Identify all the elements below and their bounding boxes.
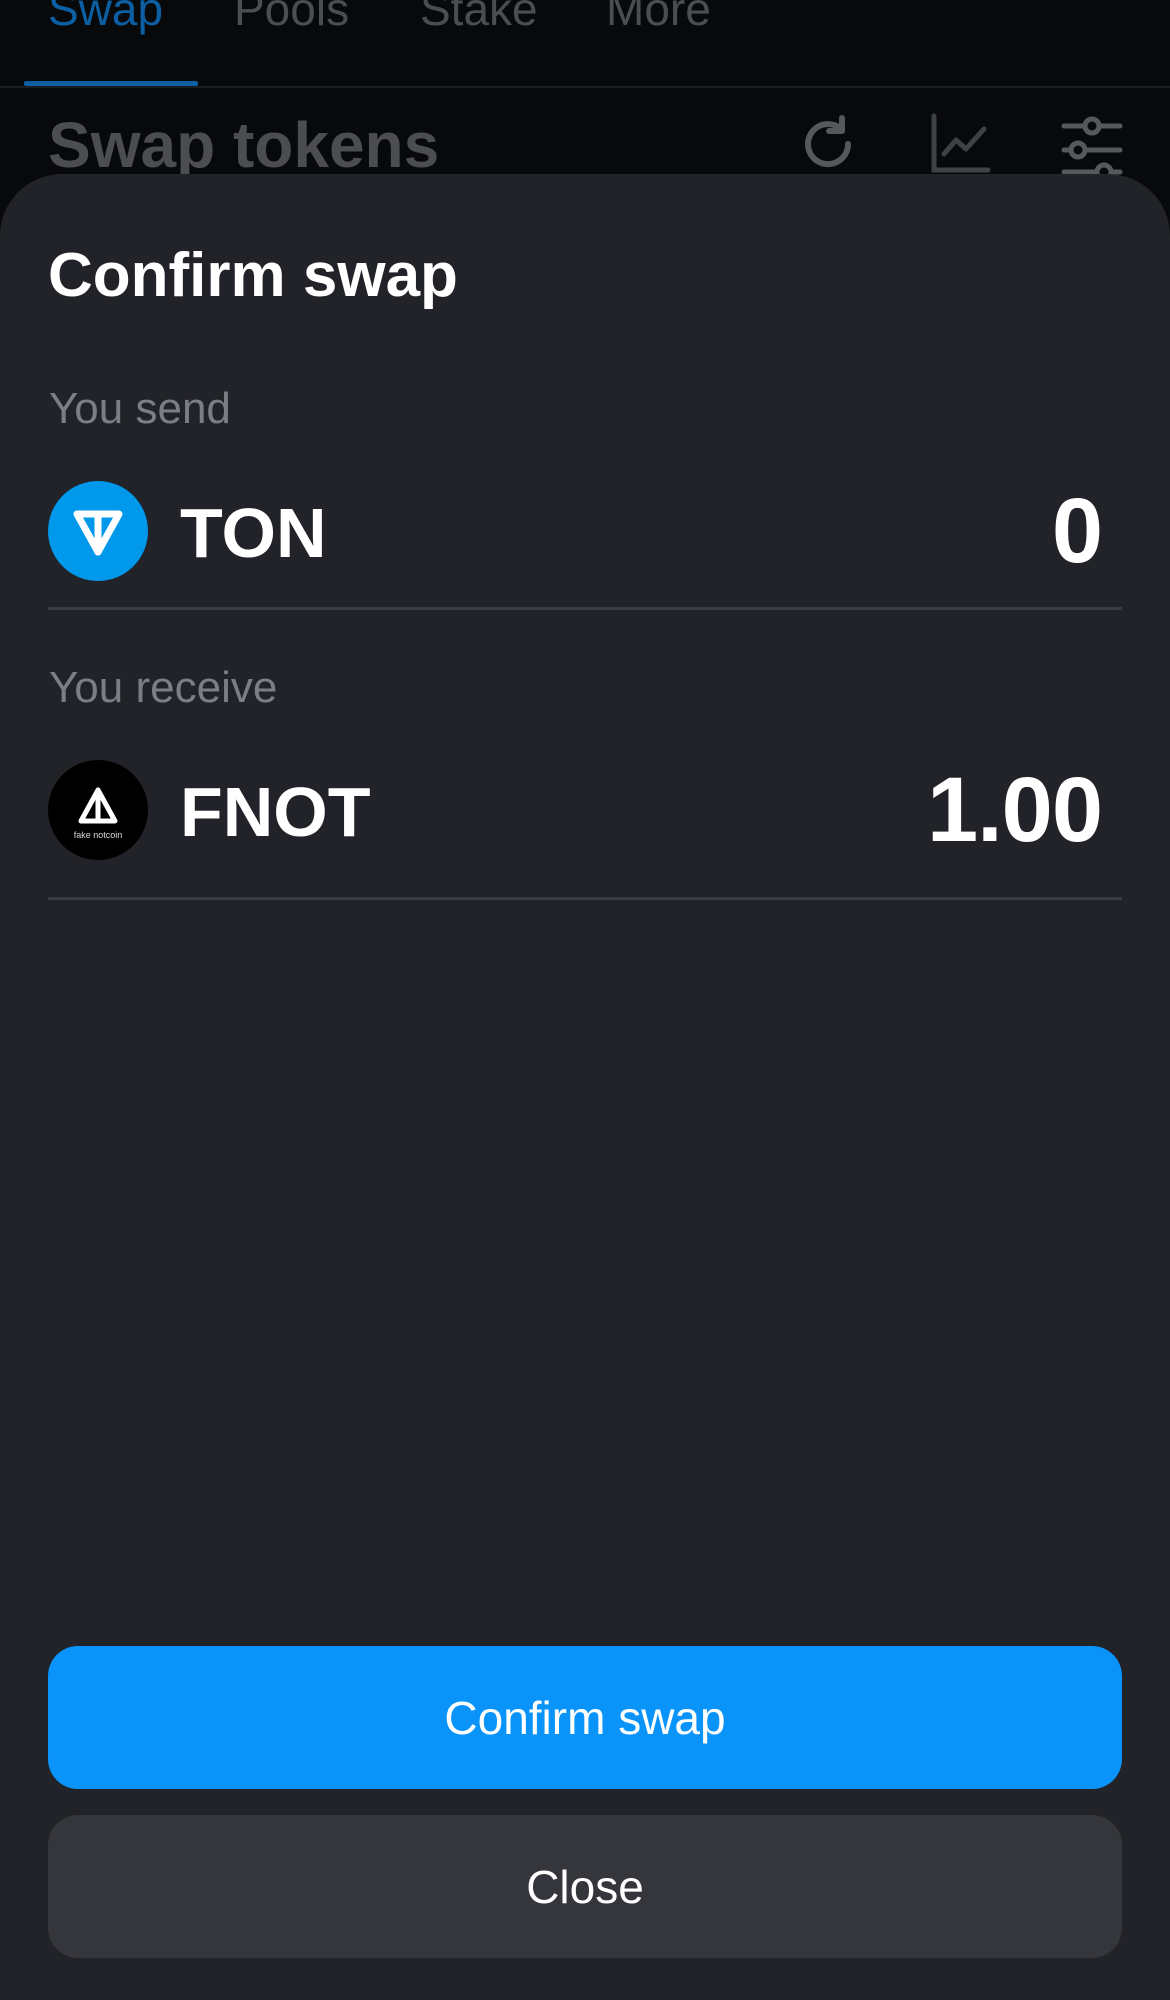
chart-icon[interactable] <box>928 112 992 176</box>
tab-bar: Swap Pools Stake More <box>0 0 1170 88</box>
tab-swap[interactable]: Swap <box>48 0 163 36</box>
active-tab-indicator <box>24 81 198 86</box>
confirm-swap-button[interactable]: Confirm swap <box>48 1646 1122 1789</box>
tab-more[interactable]: More <box>606 0 711 36</box>
send-amount: 0 <box>1051 480 1103 582</box>
receive-token-symbol: FNOT <box>180 773 371 851</box>
receive-token-row: fake notcoin FNOT 1.00 <box>48 759 1122 861</box>
send-divider <box>48 607 1122 610</box>
tab-stake[interactable]: Stake <box>420 0 538 36</box>
sheet-title: Confirm swap <box>48 241 458 310</box>
send-token-symbol: TON <box>180 494 327 572</box>
fnot-icon-caption: fake notcoin <box>73 830 123 840</box>
receive-divider <box>48 897 1122 900</box>
receive-label: You receive <box>49 663 278 712</box>
refresh-icon[interactable] <box>796 112 860 176</box>
confirm-swap-sheet: Confirm swap You send TON 0 You receive … <box>0 174 1170 2000</box>
tab-pools[interactable]: Pools <box>234 0 349 36</box>
fnot-icon: fake notcoin <box>48 760 148 860</box>
close-button[interactable]: Close <box>48 1815 1122 1958</box>
page-title: Swap tokens <box>48 109 440 181</box>
settings-sliders-icon[interactable] <box>1060 112 1124 176</box>
receive-amount: 1.00 <box>926 759 1103 861</box>
send-label: You send <box>49 384 231 433</box>
ton-icon <box>48 481 148 581</box>
send-token-row: TON 0 <box>48 480 1122 582</box>
